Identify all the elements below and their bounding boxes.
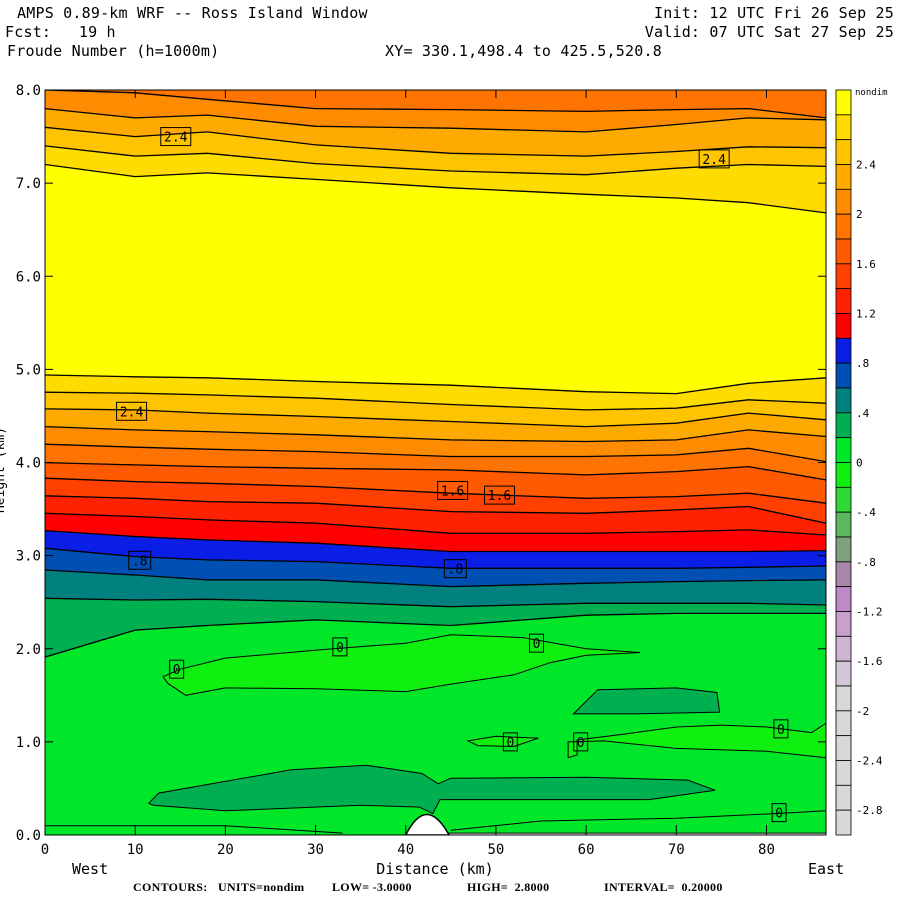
contour-label-text: 0 xyxy=(775,807,783,822)
colorbar-box xyxy=(835,462,852,488)
east-label: East xyxy=(808,860,844,878)
contour-label-text: .8 xyxy=(448,563,464,578)
contour-label-text: 0 xyxy=(533,637,541,652)
y-tick-label: 7.0 xyxy=(16,176,41,192)
contour-label: 1.6 xyxy=(484,485,516,505)
contour-label-text: 2.4 xyxy=(702,153,726,168)
x-tick-label: 60 xyxy=(578,842,595,858)
colorbar-label: -1.6 xyxy=(856,655,883,668)
colorbar-box xyxy=(835,437,852,463)
colorbar-label: -1.2 xyxy=(856,606,883,619)
contour-label: 2.4 xyxy=(116,401,148,421)
colorbar-box xyxy=(835,139,852,165)
footer-high: HIGH= 2.8000 xyxy=(467,880,550,894)
colorbar-label: 2.4 xyxy=(856,159,876,172)
colorbar-box xyxy=(835,561,852,588)
colorbar-label: .4 xyxy=(856,407,870,420)
colorbar-label: 1.6 xyxy=(856,258,876,271)
colorbar-label: 0 xyxy=(856,457,863,470)
cross-section-chart: 2.42.42.41.6 1.6.8.800 00 000 0 10 20 30 40 50 60… xyxy=(0,83,888,878)
colorbar-box xyxy=(835,412,852,439)
colorbar-label: 1.2 xyxy=(856,308,876,321)
y-tick-label: 1.0 xyxy=(16,735,41,751)
colorbar-box xyxy=(835,362,852,389)
colorbar-box xyxy=(835,114,852,141)
colorbar-box xyxy=(835,387,852,414)
colorbar-box xyxy=(835,213,852,240)
colorbar-box xyxy=(835,784,852,811)
contour-label: .8 xyxy=(443,559,467,579)
colorbar-label: -2 xyxy=(856,705,869,718)
contour-label: .8 xyxy=(128,550,152,570)
x-axis-label: Distance (km) xyxy=(376,860,493,878)
colorbar-label: -.8 xyxy=(856,556,876,569)
contour-label-text: 0 xyxy=(506,736,514,751)
colorbar-box xyxy=(835,685,852,712)
footer-interval: INTERVAL= 0.20000 xyxy=(604,880,723,894)
y-tick-label: 2.0 xyxy=(16,642,41,658)
colorbar-label: 2 xyxy=(856,208,863,221)
colorbar-box xyxy=(835,511,852,538)
footer-units: UNITS=nondim xyxy=(218,880,305,894)
colorbar-label: .8 xyxy=(856,357,869,370)
colorbar-box xyxy=(835,809,852,836)
colorbar-box xyxy=(835,188,852,215)
contour-label: 2.4 xyxy=(698,149,730,169)
contour-label-text: 0 xyxy=(577,736,585,751)
west-label: West xyxy=(72,860,108,878)
colorbar-label: -.4 xyxy=(856,506,876,519)
colorbar-box xyxy=(835,536,852,563)
y-tick-label: 3.0 xyxy=(16,549,41,565)
x-tick-label: 80 xyxy=(758,842,775,858)
colorbar-box xyxy=(835,635,852,662)
x-tick-label: 10 xyxy=(127,842,144,858)
footer-contours: CONTOURS: xyxy=(133,880,208,894)
colorbar-units: nondim xyxy=(855,88,888,98)
footer-low: LOW= -3.0000 xyxy=(332,880,412,894)
colorbar-label: -2.4 xyxy=(856,755,883,768)
colorbar-box xyxy=(835,89,852,116)
colorbar-box xyxy=(835,337,852,364)
contour-label: 2.4 xyxy=(160,127,192,147)
contour-label-text: 0 xyxy=(777,723,785,738)
x-tick-label: 20 xyxy=(217,842,234,858)
contour-label: 1.6 xyxy=(437,480,469,500)
colorbar: nondim 2.4 2 1.6 1.2 .8 .4 0 -.4 -.8 -1.2 -1.6 -2 -2.… xyxy=(835,88,888,836)
colorbar-box xyxy=(835,660,852,687)
contour-label-text: 0 xyxy=(336,641,344,656)
colorbar-box xyxy=(835,263,852,290)
contour-label-text: 1.6 xyxy=(488,489,511,504)
y-tick-label: 5.0 xyxy=(16,362,41,378)
colorbar-box xyxy=(835,735,852,761)
y-tick-label: 6.0 xyxy=(16,269,41,285)
contour-label-text: 2.4 xyxy=(120,405,144,420)
colorbar-box xyxy=(835,586,852,612)
contour-label-text: 1.6 xyxy=(441,484,464,499)
colorbar-box xyxy=(835,288,852,314)
contour-label-text: 2.4 xyxy=(164,131,188,146)
x-tick-label: 30 xyxy=(307,842,324,858)
colorbar-box xyxy=(835,164,852,190)
colorbar-box xyxy=(835,760,852,786)
colorbar-box xyxy=(835,710,852,737)
contour-region-dark-patch-mid xyxy=(572,687,721,715)
y-tick-label: 4.0 xyxy=(16,456,41,472)
colorbar-box xyxy=(835,313,852,339)
colorbar-box xyxy=(835,238,852,265)
colorbar-label: -2.8 xyxy=(856,804,883,817)
x-tick-label: 40 xyxy=(397,842,414,858)
colorbar-box xyxy=(835,486,852,513)
contour-fills xyxy=(45,90,826,835)
colorbar-box xyxy=(835,611,852,637)
y-tick-label: 0.0 xyxy=(16,828,41,844)
x-tick-label: 50 xyxy=(487,842,504,858)
x-tick-label: 70 xyxy=(668,842,685,858)
y-axis-label: Height (km) xyxy=(0,427,8,513)
contour-label-text: 0 xyxy=(173,663,181,678)
contour-label-text: .8 xyxy=(132,554,148,569)
y-tick-label: 8.0 xyxy=(16,83,41,99)
x-tick-label: 0 xyxy=(41,842,49,858)
